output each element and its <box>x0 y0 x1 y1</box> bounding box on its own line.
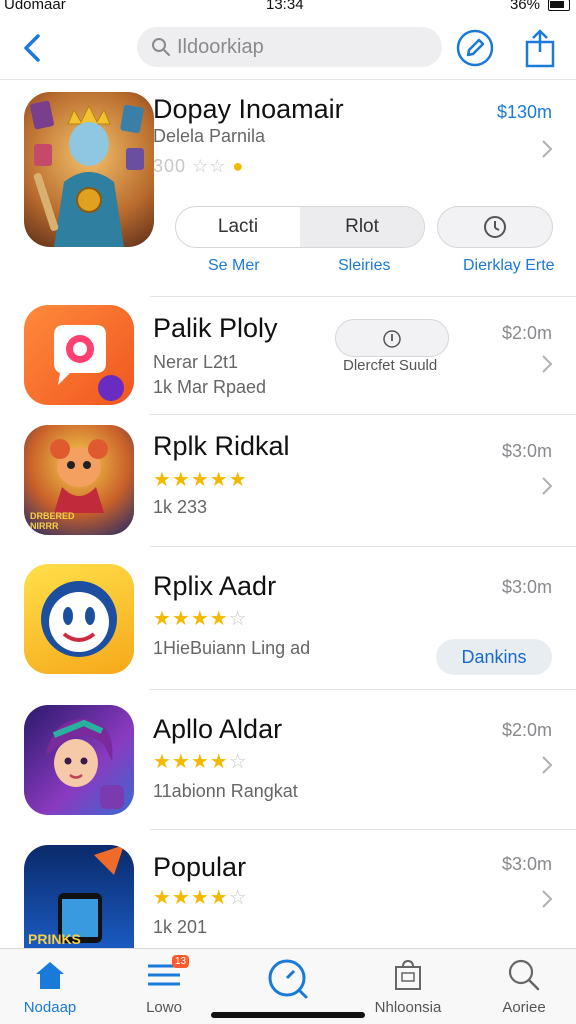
featured-app-row[interactable]: Dopay Inoamair Delela Parnila 300 ☆☆ ● $… <box>0 82 576 297</box>
tab-home[interactable]: Nodaap <box>0 957 100 1016</box>
meta-text: 1k 233 <box>153 497 208 517</box>
icon-caption: DRBERED NIRRR <box>30 511 75 531</box>
clock-icon <box>484 216 506 238</box>
tab-label: Lowo <box>146 999 182 1016</box>
price-label: $3:0m <box>501 577 552 597</box>
icon-caption: PRINKS <box>28 931 81 947</box>
options-button[interactable] <box>437 206 553 248</box>
info-icon <box>383 330 401 348</box>
tab-label: Nodaap <box>23 999 77 1016</box>
home-indicator[interactable] <box>211 1012 365 1018</box>
warrior-illustration <box>30 100 144 247</box>
price-label: $2:0m <box>501 720 552 740</box>
notification-badge: 13 <box>172 955 190 968</box>
price-label: $3:0m <box>501 854 552 874</box>
app-meta: 11abionn Rangkat <box>153 781 298 801</box>
chevron-right-icon[interactable] <box>540 138 554 160</box>
character-app-icon <box>24 705 134 815</box>
search-input[interactable] <box>177 35 417 59</box>
carrier-label: Udomaar <box>4 0 66 13</box>
back-chevron-icon[interactable] <box>18 28 48 68</box>
tab-list[interactable]: 13 Lowo <box>114 955 214 1016</box>
app-row[interactable]: PRINKS Popular ★★★★☆ 1k 201 $3:0m <box>0 830 576 948</box>
star-rating: ★★★★★ <box>153 469 248 491</box>
featured-app-icon <box>24 92 154 247</box>
rating-count: 300 <box>153 156 187 176</box>
tab-search-circle[interactable] <box>238 957 338 1007</box>
app-title[interactable]: Palik Ploly <box>153 313 278 344</box>
face-app-icon <box>24 564 134 674</box>
chevron-right-icon[interactable] <box>540 353 554 375</box>
app-title[interactable]: Rplix Aadr <box>153 571 276 602</box>
app-meta: 1k 233 <box>153 497 207 518</box>
emoji-icon: ● <box>232 156 245 176</box>
search-field[interactable] <box>137 27 442 67</box>
search-icon <box>152 38 170 56</box>
chat-app-icon <box>24 305 134 405</box>
game-app-icon: DRBERED NIRRR <box>24 425 134 535</box>
app-row[interactable]: DRBERED NIRRR Rplk Ridkal ★★★★★ 1k 233 $… <box>0 415 576 547</box>
app-title[interactable]: Popular <box>153 852 246 883</box>
segment-left[interactable]: Lacti <box>176 207 300 247</box>
segment-right[interactable]: Rlot <box>300 207 424 247</box>
developer-name: Delela Parnila <box>153 126 266 146</box>
share-icon[interactable] <box>520 28 560 68</box>
see-more-link[interactable]: Se Mer <box>208 257 260 275</box>
tab-store[interactable]: Nhloonsia <box>358 957 458 1016</box>
chevron-right-icon[interactable] <box>540 754 554 776</box>
chevron-right-icon[interactable] <box>540 475 554 497</box>
segmented-control: Lacti Rlot <box>175 206 425 248</box>
search-circle-icon <box>268 959 308 999</box>
app-meta: 1HieBuiann Ling ad <box>153 638 311 658</box>
bag-icon <box>395 959 421 990</box>
rating-row: 300 ☆☆ ● <box>153 156 244 177</box>
battery-icon <box>548 0 570 11</box>
status-pill[interactable] <box>335 319 449 357</box>
app-subtitle: Nerar L2t1 <box>153 352 239 372</box>
compose-icon[interactable] <box>455 28 495 68</box>
clock: 13:34 <box>266 0 304 13</box>
price-label: $3:0m <box>501 441 552 461</box>
app-meta: 1k 201 <box>153 917 208 937</box>
app-meta: 1k Mar Rpaed <box>153 377 267 397</box>
star-rating: ★★★★☆ <box>153 751 248 773</box>
search-icon <box>508 959 540 991</box>
app-row[interactable]: Rplix Aadr ★★★★☆ 1HieBuiann Ling ad $3:0… <box>0 547 576 690</box>
chevron-right-icon[interactable] <box>540 888 554 910</box>
app-title[interactable]: Dopay Inoamair <box>153 94 344 125</box>
star-rating: ★★★★☆ <box>153 887 248 909</box>
phone-game-icon: PRINKS <box>24 845 134 948</box>
app-row[interactable]: Apllo Aldar ★★★★☆ 11abionn Rangkat $2:0m <box>0 690 576 830</box>
price-label: $130m <box>496 102 552 122</box>
tab-label: Nhloonsia <box>374 999 442 1016</box>
app-row[interactable]: Palik Ploly Nerar L2t1 1k Mar Rpaed Dler… <box>0 297 576 415</box>
tab-search[interactable]: Aoriee <box>474 957 574 1016</box>
home-icon <box>36 962 64 989</box>
navigation-bar <box>0 20 576 80</box>
series-link[interactable]: Sleiries <box>338 257 390 275</box>
app-title[interactable]: Apllo Aldar <box>153 714 282 745</box>
status-pill-label: Dlercfet Suuld <box>343 357 438 374</box>
app-title[interactable]: Rplk Ridkal <box>153 431 290 462</box>
star-icon: ☆☆ <box>192 156 227 176</box>
price-label: $2:0m <box>501 323 552 343</box>
battery-percent: 36% <box>509 0 540 13</box>
download-button[interactable]: Dankins <box>436 639 552 675</box>
star-rating: ★★★★☆ <box>153 608 248 630</box>
status-bar: Udomaar 13:34 36% <box>0 0 576 18</box>
tab-label: Aoriee <box>502 999 546 1016</box>
display-link[interactable]: Dierklay Erte <box>463 257 555 275</box>
